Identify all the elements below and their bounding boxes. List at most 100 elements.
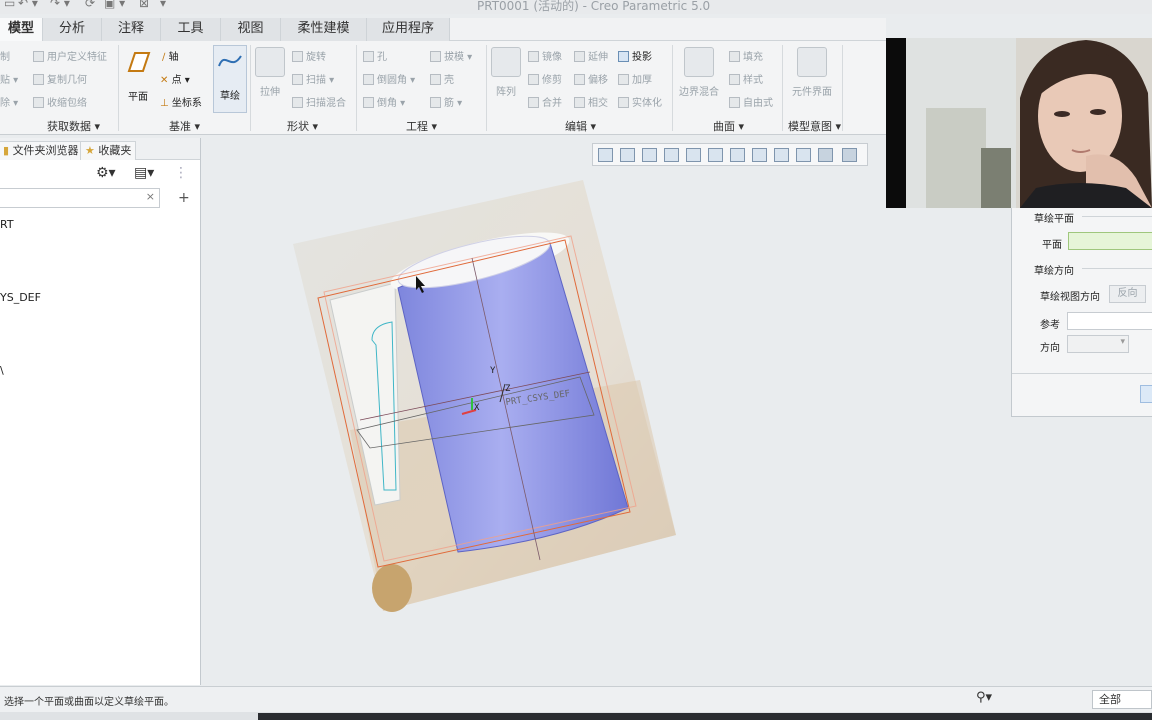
shrinkwrap-button[interactable]: 收缩包络 <box>33 94 87 109</box>
project-button[interactable]: 投影 <box>618 48 652 63</box>
point-button[interactable]: ✕ 点 ▾ <box>160 71 190 86</box>
freestyle-button[interactable]: 自由式 <box>729 94 773 109</box>
mirror-button[interactable]: 镜像 <box>528 48 562 63</box>
windows-icon[interactable]: ▣ ▾ <box>104 0 125 10</box>
intersect-button[interactable]: 相交 <box>574 94 608 109</box>
group-editing[interactable]: 编辑 ▾ <box>565 118 596 134</box>
shell-button[interactable]: 壳 <box>430 71 454 86</box>
solidify-button[interactable]: 实体化 <box>618 94 662 109</box>
saved-orientations-icon[interactable] <box>708 148 723 162</box>
project-icon <box>618 51 629 62</box>
offset-button[interactable]: 偏移 <box>574 71 608 86</box>
direction-select[interactable]: ▾ <box>1067 335 1129 353</box>
view-direction-label: 草绘视图方向 <box>1040 292 1100 303</box>
clear-search-icon[interactable]: × <box>146 190 155 203</box>
graphics-window[interactable] <box>202 138 1152 685</box>
component-interface-label: 元件界面 <box>792 87 832 98</box>
merge-icon <box>528 97 539 108</box>
group-surfaces[interactable]: 曲面 ▾ <box>713 118 744 134</box>
flip-button[interactable]: 反向 <box>1109 285 1146 303</box>
paste-button[interactable]: 贴 ▾ <box>0 71 18 86</box>
extrude-button[interactable]: 拉伸 <box>255 47 285 98</box>
copy-button[interactable]: 制 <box>0 48 10 63</box>
extend-button[interactable]: 延伸 <box>574 48 608 63</box>
tree-search-input[interactable]: × <box>0 188 160 208</box>
swept-blend-icon <box>292 97 303 108</box>
component-interface-icon <box>797 47 827 77</box>
group-model-intent[interactable]: 模型意图 ▾ <box>788 118 841 134</box>
sketch-icon <box>218 55 242 67</box>
copy-geometry-button[interactable]: 复制几何 <box>33 71 87 86</box>
tree-item-part[interactable]: RT <box>0 218 14 231</box>
tab-flexible-modeling[interactable]: 柔性建模 <box>281 18 367 41</box>
reference-input[interactable] <box>1067 312 1152 330</box>
tab-analysis[interactable]: 分析 <box>43 18 102 41</box>
undo-icon[interactable]: ↶ ▾ <box>18 0 38 10</box>
component-interface-button[interactable]: 元件界面 <box>789 47 835 98</box>
section-icon[interactable] <box>774 148 789 162</box>
tab-annotate[interactable]: 注释 <box>102 18 161 41</box>
show-menu-icon[interactable]: ▤▾ <box>134 165 154 181</box>
sweep-button[interactable]: 扫描 ▾ <box>292 71 334 86</box>
datum-display-icon[interactable] <box>796 148 811 162</box>
selection-filter-select[interactable]: 全部 <box>1092 690 1152 709</box>
redo-icon[interactable]: ↷ ▾ <box>50 0 70 10</box>
group-shapes[interactable]: 形状 ▾ <box>287 118 318 134</box>
axis-button[interactable]: ∕ 轴 <box>162 48 179 63</box>
perspective-icon[interactable] <box>752 148 767 162</box>
tab-applications[interactable]: 应用程序 <box>367 18 450 41</box>
trim-button[interactable]: 修剪 <box>528 71 562 86</box>
display-style-icon[interactable] <box>686 148 701 162</box>
tree-item-insert[interactable]: \ <box>0 364 4 377</box>
binoculars-icon[interactable]: ⚲▾ <box>976 690 992 705</box>
delete-button[interactable]: 除 ▾ <box>0 94 18 109</box>
merge-button[interactable]: 合并 <box>528 94 562 109</box>
tab-model[interactable]: 模型 <box>0 18 43 41</box>
swept-blend-button[interactable]: 扫描混合 <box>292 94 346 109</box>
close-window-icon[interactable]: ⊠ <box>139 0 149 10</box>
draft-button[interactable]: 拔模 ▾ <box>430 48 472 63</box>
tab-view[interactable]: 视图 <box>221 18 281 41</box>
csys-button[interactable]: ⊥ 坐标系 <box>160 94 202 109</box>
boundary-blend-button[interactable]: 边界混合 <box>677 47 721 98</box>
tree-settings-icon[interactable]: ⚙▾ <box>96 165 116 181</box>
group-engineering[interactable]: 工程 ▾ <box>406 118 437 134</box>
ribbon: 制 用户定义特征 贴 ▾ 复制几何 除 ▾ 收缩包络 获取数据 ▾ 平面 ∕ 轴… <box>0 41 886 135</box>
tab-favorites[interactable]: ★ 收藏夹 <box>80 141 137 160</box>
customize-toolbar-icon[interactable]: ▾ <box>160 0 166 10</box>
round-button[interactable]: 倒圆角 ▾ <box>363 71 415 86</box>
regenerate-icon[interactable]: ⟳ <box>85 0 95 10</box>
hole-button[interactable]: 孔 <box>363 48 387 63</box>
tab-folder-browser[interactable]: ▮ 文件夹浏览器 <box>0 141 84 160</box>
zoom-in-icon[interactable] <box>620 148 635 162</box>
spin-center-icon[interactable] <box>842 148 857 162</box>
tree-item-csys[interactable]: YS_DEF <box>0 291 41 304</box>
status-bar: 选择一个平面或曲面以定义草绘平面。 ⚲▾ 全部 <box>0 686 1152 712</box>
sketch-plane-input[interactable] <box>1068 232 1152 250</box>
fill-button[interactable]: 填充 <box>729 48 763 63</box>
tree-filter-icon[interactable]: ⋮ <box>174 165 188 181</box>
view-manager-icon[interactable] <box>730 148 745 162</box>
copy-geometry-icon <box>33 74 44 85</box>
tab-tools[interactable]: 工具 <box>161 18 221 41</box>
group-get-data[interactable]: 获取数据 ▾ <box>47 118 100 134</box>
add-icon[interactable]: + <box>178 190 190 206</box>
chamfer-button[interactable]: 倒角 ▾ <box>363 94 405 109</box>
save-icon[interactable]: ▭ <box>4 0 15 10</box>
draft-icon <box>430 51 441 62</box>
group-datum[interactable]: 基准 ▾ <box>169 118 200 134</box>
annotation-display-icon[interactable] <box>818 148 833 162</box>
pattern-button[interactable]: 阵列 <box>491 47 521 98</box>
repaint-icon[interactable] <box>664 148 679 162</box>
style-button[interactable]: 样式 <box>729 71 763 86</box>
sketch-confirm-button[interactable] <box>1140 385 1152 403</box>
thicken-button[interactable]: 加厚 <box>618 71 652 86</box>
revolve-button[interactable]: 旋转 <box>292 48 326 63</box>
udf-button[interactable]: 用户定义特征 <box>33 48 107 63</box>
shrinkwrap-icon <box>33 97 44 108</box>
sketch-button[interactable]: 草绘 <box>213 45 247 113</box>
plane-button[interactable]: 平面 <box>123 47 153 103</box>
zoom-out-icon[interactable] <box>642 148 657 162</box>
rib-button[interactable]: 筋 ▾ <box>430 94 462 109</box>
refit-icon[interactable] <box>598 148 613 162</box>
